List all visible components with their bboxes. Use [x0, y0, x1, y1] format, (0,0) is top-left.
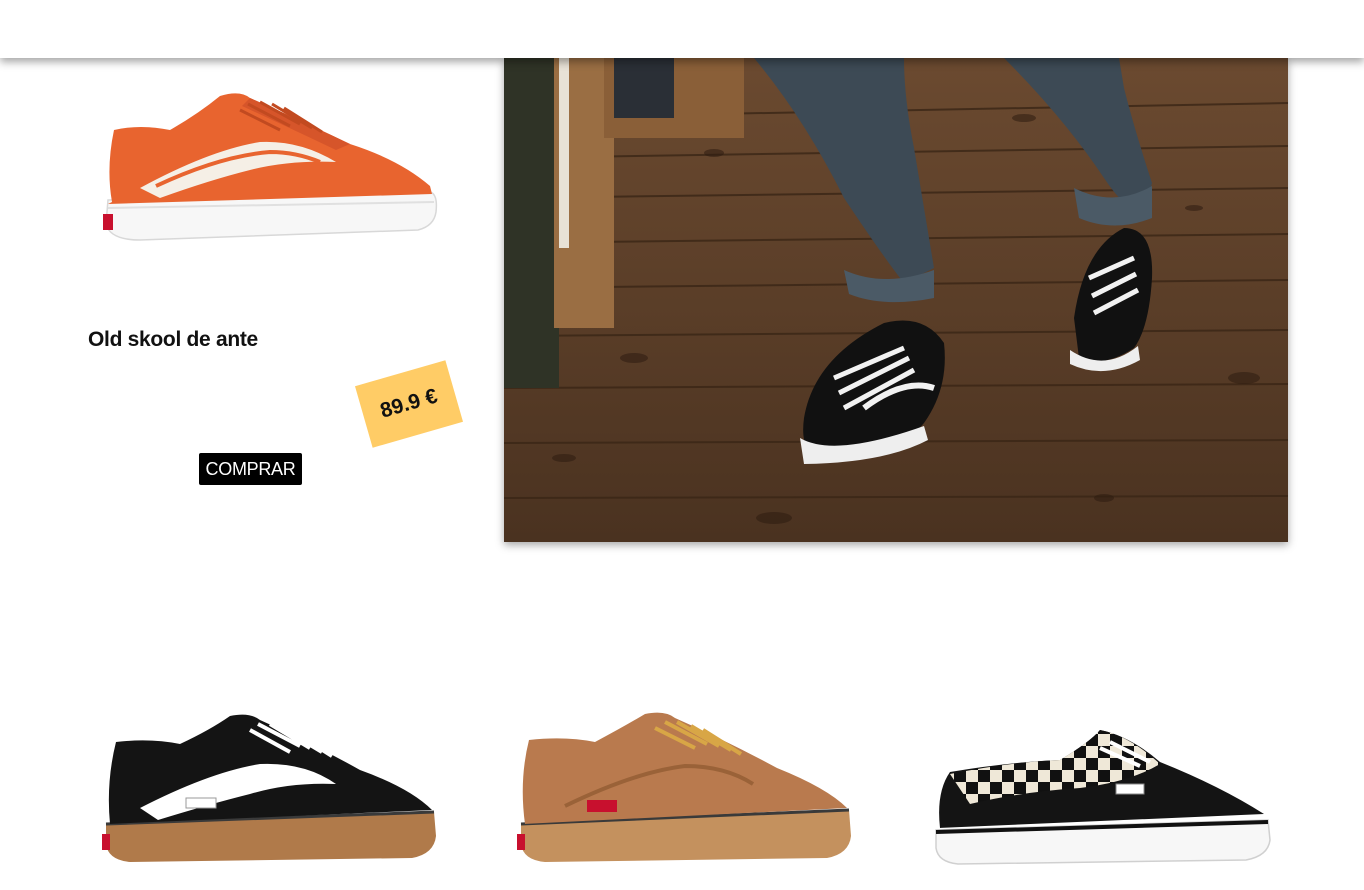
buy-button[interactable]: COMPRAR — [199, 453, 302, 485]
orange-sneaker-image[interactable] — [100, 90, 440, 250]
featured-product-card: Old skool de ante 89.9 € COMPRAR — [60, 80, 480, 520]
lifestyle-photo — [504, 58, 1288, 542]
price-tag: 89.9 € — [355, 360, 463, 448]
tan-suede-sneaker-image[interactable] — [515, 710, 855, 870]
black-gum-sneaker-image[interactable] — [100, 712, 440, 872]
price-value: 89.9 € — [377, 384, 441, 423]
lifestyle-photo-illustration — [504, 58, 1288, 542]
product-name: Old skool de ante — [88, 328, 258, 351]
top-navigation-bar — [0, 0, 1364, 58]
checkerboard-sneaker-image[interactable] — [930, 722, 1275, 872]
